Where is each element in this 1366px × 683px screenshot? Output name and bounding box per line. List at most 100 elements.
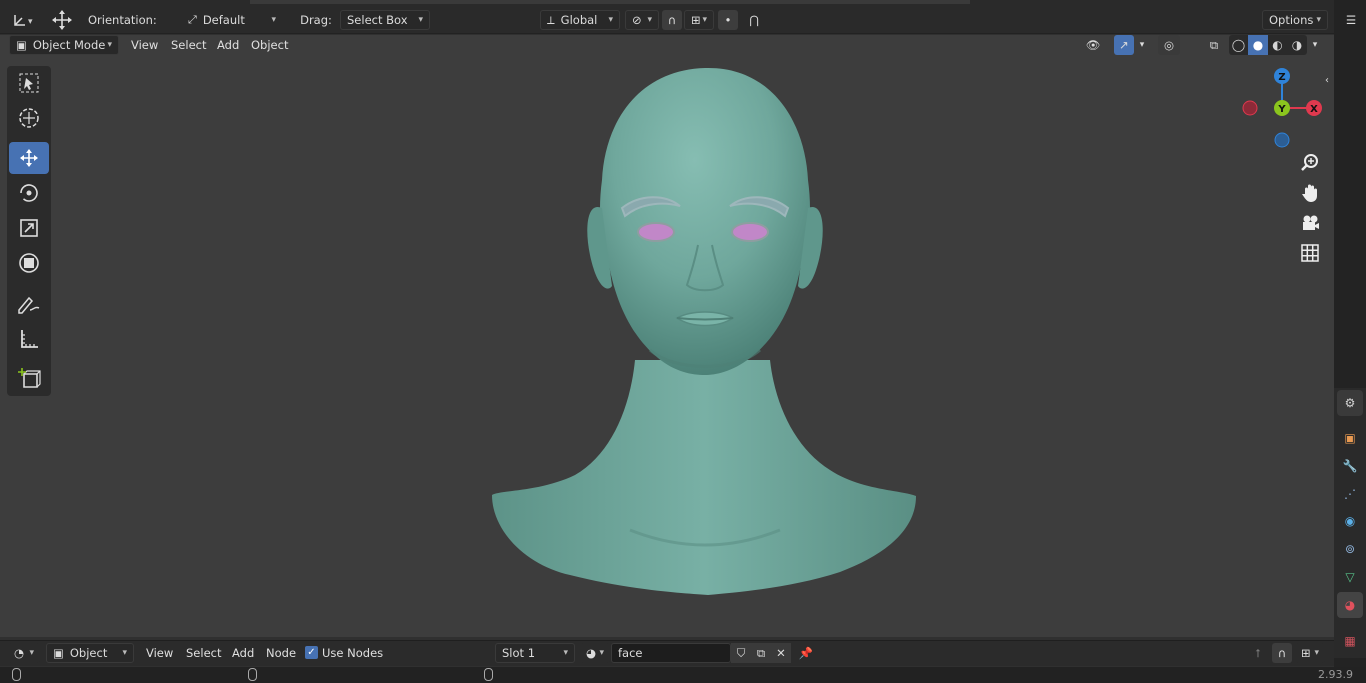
snap-icon: ⊞ bbox=[1301, 646, 1311, 660]
drag-dropdown[interactable]: Select Box ▾ bbox=[340, 10, 430, 30]
node-snap-icon[interactable]: ∩ bbox=[1272, 643, 1292, 663]
falloff-icon[interactable]: ⋂ bbox=[740, 10, 768, 30]
solid-shading-icon[interactable]: ● bbox=[1248, 35, 1268, 55]
use-nodes-label[interactable]: Use Nodes bbox=[316, 643, 389, 663]
material-browse-dropdown[interactable]: ◕ ▾ bbox=[580, 643, 610, 663]
tab-material[interactable]: ◕ bbox=[1337, 592, 1363, 618]
transform-space-dropdown[interactable]: ⟂ Global ▾ bbox=[540, 10, 620, 30]
cursor-icon bbox=[19, 108, 39, 128]
outliner-icon[interactable]: ☰ bbox=[1340, 10, 1362, 30]
scale-tool[interactable] bbox=[9, 212, 49, 244]
duplicate-material-icon[interactable]: ⧉ bbox=[751, 643, 771, 663]
options-dropdown[interactable]: Options ▾ bbox=[1262, 10, 1328, 30]
node-editor-icon: ◔ bbox=[14, 646, 25, 660]
proportional-edit-icon[interactable]: • bbox=[718, 10, 738, 30]
measure-tool[interactable] bbox=[9, 323, 49, 355]
pivot-icon: ⊘ bbox=[632, 13, 642, 27]
parent-node-tree-icon[interactable]: ⭡ bbox=[1248, 643, 1268, 663]
add-cube-tool[interactable] bbox=[9, 363, 49, 395]
zoom-button[interactable] bbox=[1296, 149, 1324, 177]
material-name-field[interactable]: face bbox=[611, 643, 731, 663]
pin-icon[interactable]: 📌 bbox=[796, 643, 816, 663]
snap-toggle-icon[interactable]: ∩ bbox=[662, 10, 682, 30]
node-editor-type-dropdown[interactable]: ◔ ▾ bbox=[8, 643, 40, 663]
scale-icon bbox=[20, 219, 38, 237]
annotate-tool[interactable] bbox=[9, 288, 49, 320]
hand-pan-icon bbox=[1302, 184, 1317, 202]
mouse-left-icon bbox=[12, 668, 21, 681]
visibility-eye-icon[interactable]: 👁 bbox=[1078, 35, 1108, 55]
shader-type-dropdown[interactable]: ▣ Object ▾ bbox=[46, 643, 134, 663]
chevron-down-icon[interactable]: ▾ bbox=[1309, 35, 1321, 55]
snap-target-dropdown[interactable]: ⊞ ▾ bbox=[684, 10, 714, 30]
grid-ortho-icon bbox=[1301, 244, 1319, 262]
chevron-down-icon: ▾ bbox=[702, 15, 707, 25]
sidebar-toggle-icon[interactable]: ‹ bbox=[1322, 70, 1332, 90]
editor-type-button[interactable]: ▾ bbox=[8, 10, 40, 30]
camera-view-button[interactable] bbox=[1296, 209, 1324, 237]
rotate-icon bbox=[20, 184, 38, 202]
tab-texture[interactable]: ▦ bbox=[1337, 628, 1363, 654]
node-snap-dropdown[interactable]: ⊞ ▾ bbox=[1295, 643, 1325, 663]
material-name-value: face bbox=[618, 646, 643, 660]
menu-select[interactable]: Select bbox=[165, 35, 212, 55]
slot-dropdown[interactable]: Slot 1 ▾ bbox=[495, 643, 575, 663]
gizmo-toggle-icon[interactable]: ↗ bbox=[1114, 35, 1134, 55]
chevron-down-icon: ▾ bbox=[599, 648, 604, 658]
orientation-icon: ⤢ bbox=[188, 13, 197, 26]
tab-object[interactable]: ▣ bbox=[1337, 425, 1363, 451]
orientation-value: Default bbox=[202, 13, 245, 27]
unlink-material-icon[interactable]: ✕ bbox=[771, 643, 791, 663]
tab-modifiers[interactable]: 🔧 bbox=[1337, 453, 1363, 479]
mode-dropdown[interactable]: ▣ Object Mode ▾ bbox=[9, 35, 119, 55]
chevron-down-icon: ▾ bbox=[122, 648, 127, 658]
tab-data[interactable]: ▽ bbox=[1337, 564, 1363, 590]
material-shading-icon[interactable]: ◐ bbox=[1268, 35, 1287, 55]
mode-value: Object Mode bbox=[32, 38, 106, 52]
move-tool[interactable] bbox=[9, 142, 49, 174]
overlays-icon[interactable]: ◎ bbox=[1158, 35, 1180, 55]
tab-tool[interactable]: ⚙ bbox=[1337, 390, 1363, 416]
add-cube-icon bbox=[18, 368, 41, 388]
node-menu-view[interactable]: View bbox=[140, 643, 179, 663]
transform-tool-icon[interactable] bbox=[48, 8, 76, 32]
pivot-dropdown[interactable]: ⊘ ▾ bbox=[625, 10, 659, 30]
node-menu-node[interactable]: Node bbox=[260, 643, 302, 663]
rotate-tool[interactable] bbox=[9, 177, 49, 209]
xray-icon[interactable]: ⧉ bbox=[1203, 35, 1225, 55]
transform-space-icon: ⟂ bbox=[547, 12, 555, 27]
node-menu-select[interactable]: Select bbox=[180, 643, 227, 663]
object-mode-icon: ▣ bbox=[16, 38, 27, 52]
menu-view[interactable]: View bbox=[125, 35, 164, 55]
chevron-down-icon: ▾ bbox=[1314, 648, 1319, 658]
tab-particles[interactable]: ⋰ bbox=[1337, 481, 1363, 507]
zoom-icon bbox=[1301, 154, 1318, 171]
physics-icon: ◉ bbox=[1344, 514, 1356, 528]
menu-add[interactable]: Add bbox=[211, 35, 245, 55]
version-label: 2.93.9 bbox=[1318, 668, 1353, 681]
ortho-toggle-button[interactable] bbox=[1296, 239, 1324, 267]
tab-physics[interactable]: ◉ bbox=[1337, 508, 1363, 534]
cursor-tool[interactable] bbox=[9, 102, 49, 134]
menu-object[interactable]: Object bbox=[245, 35, 294, 55]
rendered-shading-icon[interactable]: ◑ bbox=[1287, 35, 1307, 55]
shader-type-value: Object bbox=[69, 646, 108, 660]
chevron-down-icon[interactable]: ▾ bbox=[1136, 35, 1148, 55]
select-box-tool[interactable] bbox=[9, 67, 49, 99]
tab-constraints[interactable]: ⊚ bbox=[1337, 536, 1363, 562]
fake-user-shield-icon[interactable]: ⛉ bbox=[731, 643, 751, 663]
transform-tool[interactable] bbox=[9, 247, 49, 279]
measure-icon bbox=[21, 330, 38, 348]
object-icon: ▣ bbox=[1344, 431, 1356, 445]
node-menu-add[interactable]: Add bbox=[226, 643, 260, 663]
orientation-dropdown[interactable]: ⤢ Default ▾ bbox=[182, 10, 282, 30]
chevron-down-icon: ▾ bbox=[1316, 15, 1321, 25]
shading-group: ◯ ● ◐ ◑ bbox=[1229, 35, 1307, 55]
mouse-right-icon bbox=[484, 668, 493, 681]
status-bar bbox=[0, 667, 1366, 683]
transform-icon bbox=[19, 253, 39, 273]
wireframe-shading-icon[interactable]: ◯ bbox=[1229, 35, 1248, 55]
navigation-gizmo[interactable]: Z X Y bbox=[1236, 64, 1326, 154]
pan-button[interactable] bbox=[1296, 179, 1324, 207]
axis-gizmo-icon: ▾ bbox=[14, 15, 33, 27]
